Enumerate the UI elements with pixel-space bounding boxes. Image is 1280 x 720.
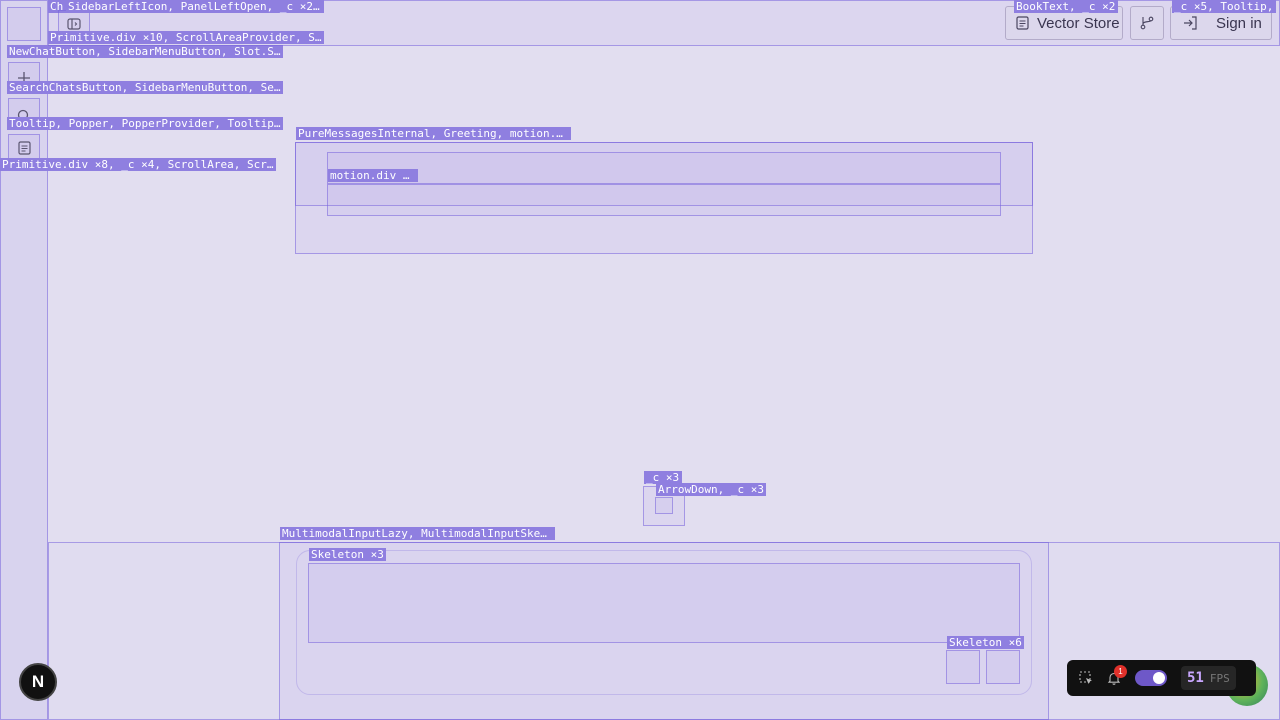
nextjs-logo-button[interactable]: N: [19, 663, 57, 701]
branch-button[interactable]: [1130, 6, 1164, 40]
book-text-icon: [17, 141, 31, 155]
send-button-skeleton[interactable]: [986, 650, 1020, 684]
greeting-subtitle: [327, 184, 1001, 216]
book-text-icon: [1016, 16, 1029, 30]
vector-store-label: Vector Store: [1037, 14, 1120, 32]
panel-left-open-icon: [67, 18, 81, 30]
notifications-bell-icon[interactable]: 1: [1107, 665, 1127, 685]
sidebar-toggle-tag: SidebarLeftIcon, PanelLeftOpen, _c ×2…: [66, 0, 324, 13]
nextjs-logo-text: N: [31, 672, 45, 691]
fps-meter: 51 FPS: [1181, 666, 1236, 690]
search-chats-tag: SearchChatsButton, SidebarMenuButton, Se…: [7, 81, 283, 94]
skeleton-tag: Skeleton ×3: [309, 548, 386, 561]
devtools-toggle[interactable]: [1135, 670, 1167, 686]
messages-tag: PureMessagesInternal, Greeting, motion.d…: [296, 127, 571, 140]
inspect-select-icon[interactable]: [1079, 671, 1093, 685]
notification-count-badge: 1: [1114, 665, 1127, 678]
sidebar-header-slot: [7, 7, 41, 41]
devtools-toolbar: 1 51 FPS: [1067, 660, 1256, 696]
arrow-down-tag: ArrowDown, _c ×3: [656, 483, 766, 496]
new-chat-tag: NewChatButton, SidebarMenuButton, Slot.S…: [7, 45, 283, 58]
sign-in-tag: _c ×5, Tooltip,: [1172, 0, 1276, 13]
attach-button-skeleton[interactable]: [946, 650, 980, 684]
textarea-skeleton[interactable]: [308, 563, 1020, 643]
motion-tag: motion.div ×2: [328, 169, 418, 182]
log-in-icon: [1183, 16, 1198, 30]
tooltip-tag: Tooltip, Popper, PopperProvider, Tooltip…: [7, 117, 283, 130]
header-scroll-tag: Primitive.div ×10, ScrollAreaProvider, S…: [48, 31, 324, 44]
fps-value: 51: [1187, 670, 1204, 686]
sidebar-scroll-area-tag: Primitive.div ×8, _c ×4, ScrollArea, Scr…: [0, 158, 276, 171]
git-branch-icon: [1140, 16, 1154, 30]
greeting-title: [327, 152, 1001, 184]
skeleton-buttons-tag: Skeleton ×6: [947, 636, 1024, 649]
arrow-down-icon: [655, 497, 673, 514]
vector-store-tag: BookText, _c ×2: [1014, 0, 1118, 13]
multimodal-input-tag: MultimodalInputLazy, MultimodalInputSkel…: [280, 527, 555, 540]
fps-unit: FPS: [1209, 672, 1230, 685]
sign-in-label: Sign in: [1216, 14, 1262, 32]
